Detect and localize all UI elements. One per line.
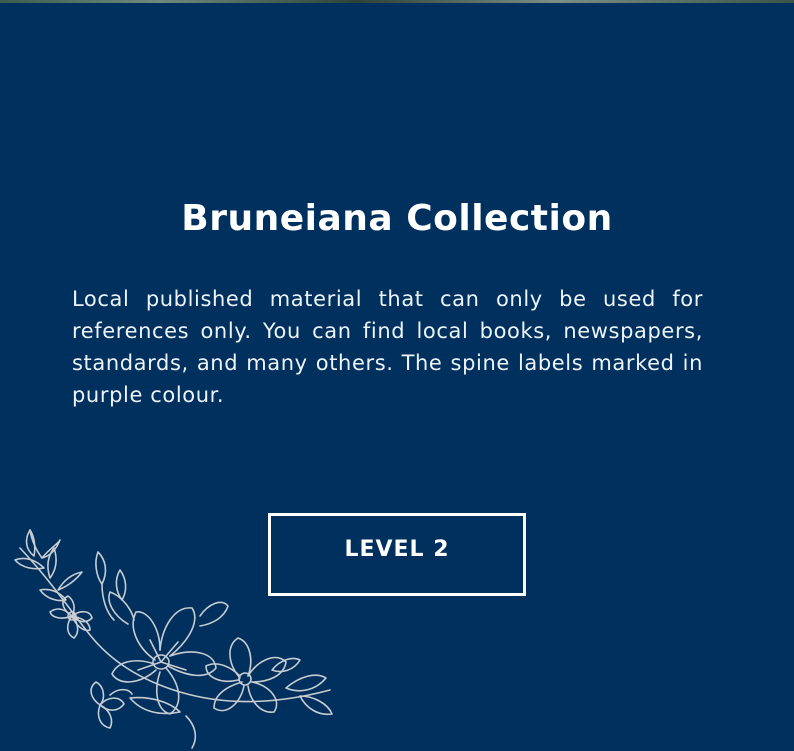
floral-line-art-icon [14, 529, 333, 749]
page-title: Bruneiana Collection [181, 198, 613, 239]
collection-description: Local published material that can only b… [72, 287, 703, 407]
